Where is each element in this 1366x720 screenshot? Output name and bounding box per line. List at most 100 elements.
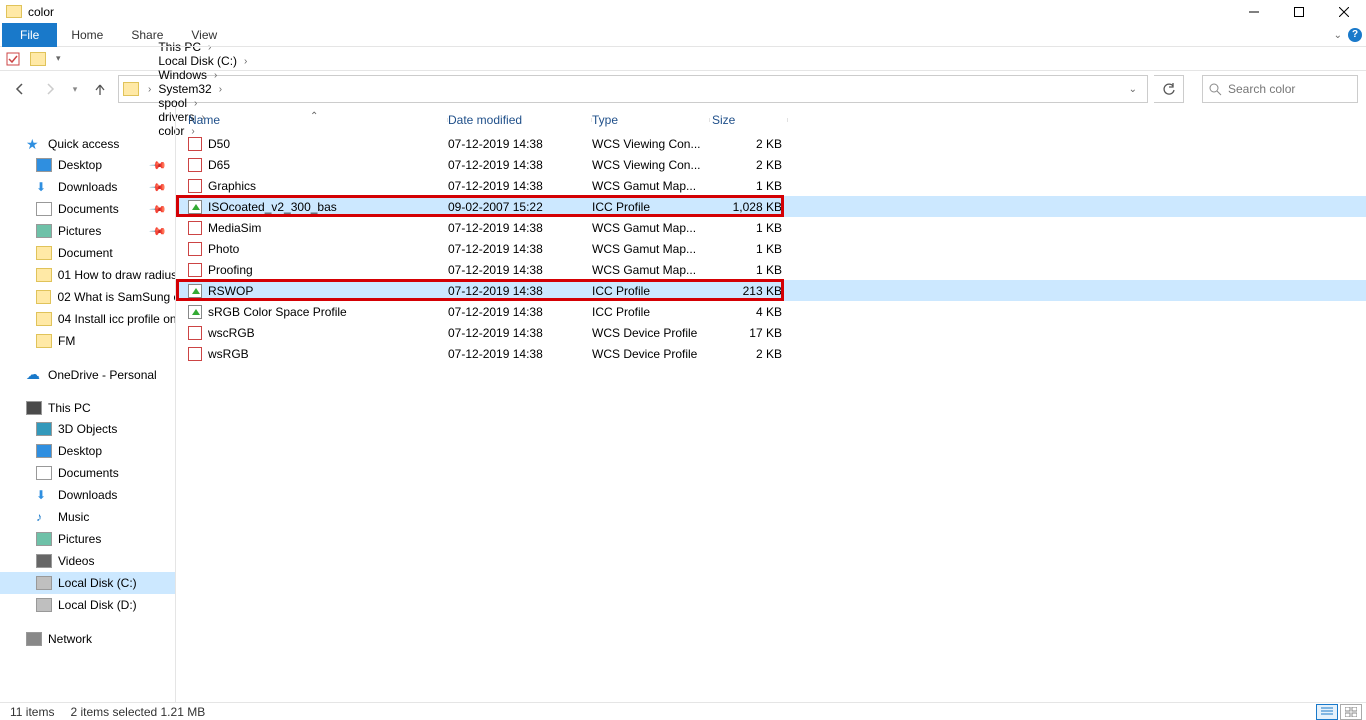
search-icon (1209, 83, 1222, 96)
file-row[interactable]: D6507-12-2019 14:38WCS Viewing Con...2 K… (176, 154, 1366, 175)
file-row[interactable]: RSWOP07-12-2019 14:38ICC Profile213 KB (176, 280, 1366, 301)
sidebar-item[interactable]: 02 What is SamSung c (0, 286, 175, 308)
file-list: Name ⌃ Date modified Type Size D5007-12-… (176, 107, 1366, 702)
folder-icon (36, 532, 52, 546)
recent-dropdown[interactable]: ▾ (68, 77, 82, 101)
sidebar-item[interactable]: Documents📌 (0, 198, 175, 220)
file-row[interactable]: Graphics07-12-2019 14:38WCS Gamut Map...… (176, 175, 1366, 196)
column-date[interactable]: Date modified (448, 113, 592, 127)
sidebar-item[interactable]: FM (0, 330, 175, 352)
file-row[interactable]: ISOcoated_v2_300_bas09-02-2007 15:22ICC … (176, 196, 1366, 217)
sidebar-item[interactable]: Pictures (0, 528, 175, 550)
wcs-profile-icon (188, 179, 202, 193)
folder-icon (36, 554, 52, 568)
file-row[interactable]: wscRGB07-12-2019 14:38WCS Device Profile… (176, 322, 1366, 343)
chevron-down-icon[interactable]: ▾ (56, 53, 61, 64)
tab-file[interactable]: File (2, 23, 57, 47)
sidebar-item[interactable]: ♪Music (0, 506, 175, 528)
cloud-icon: ☁ (26, 368, 42, 382)
pc-icon (26, 401, 42, 415)
up-button[interactable] (88, 77, 112, 101)
forward-button[interactable] (38, 77, 62, 101)
column-size[interactable]: Size (710, 113, 788, 127)
help-icon[interactable]: ? (1348, 28, 1362, 42)
back-button[interactable] (8, 77, 32, 101)
new-folder-icon[interactable] (30, 52, 46, 66)
tab-share[interactable]: Share (117, 23, 177, 47)
close-button[interactable] (1321, 0, 1366, 23)
sidebar-item[interactable]: ⬇Downloads (0, 484, 175, 506)
folder-icon (123, 82, 139, 96)
file-row[interactable]: wsRGB07-12-2019 14:38WCS Device Profile2… (176, 343, 1366, 364)
folder-icon (36, 312, 52, 326)
breadcrumb-segment[interactable]: System32› (156, 82, 252, 96)
sort-indicator-icon: ⌃ (310, 111, 318, 122)
tab-home[interactable]: Home (57, 23, 117, 47)
sidebar-item[interactable]: 04 Install icc profile on (0, 308, 175, 330)
maximize-button[interactable] (1276, 0, 1321, 23)
sidebar-item[interactable]: Videos (0, 550, 175, 572)
minimize-button[interactable] (1231, 0, 1276, 23)
folder-icon (36, 290, 51, 304)
status-item-count: 11 items (10, 705, 54, 719)
address-bar[interactable]: › This PC›Local Disk (C:)›Windows›System… (118, 75, 1148, 103)
chevron-right-icon[interactable]: › (143, 84, 156, 95)
pin-icon: 📌 (149, 200, 168, 219)
properties-icon[interactable] (6, 52, 20, 66)
sidebar-item[interactable]: 3D Objects (0, 418, 175, 440)
file-row[interactable]: MediaSim07-12-2019 14:38WCS Gamut Map...… (176, 217, 1366, 238)
view-details-button[interactable] (1316, 704, 1338, 720)
chevron-right-icon[interactable]: › (209, 70, 222, 81)
search-placeholder: Search color (1228, 82, 1295, 96)
sidebar-item[interactable]: Documents (0, 462, 175, 484)
file-row[interactable]: D5007-12-2019 14:38WCS Viewing Con...2 K… (176, 133, 1366, 154)
network-icon (26, 632, 42, 646)
chevron-right-icon[interactable]: › (214, 84, 227, 95)
sidebar-item[interactable]: Desktop (0, 440, 175, 462)
column-headers: Name ⌃ Date modified Type Size (176, 107, 1366, 133)
sidebar-item[interactable]: Local Disk (D:) (0, 594, 175, 616)
tab-view[interactable]: View (177, 23, 231, 47)
wcs-profile-icon (188, 158, 202, 172)
view-large-button[interactable] (1340, 704, 1362, 720)
column-name[interactable]: Name ⌃ (188, 113, 448, 127)
icc-profile-icon (188, 305, 202, 319)
sidebar-item[interactable]: Document (0, 242, 175, 264)
icc-profile-icon (188, 284, 202, 298)
sidebar-item-network[interactable]: Network (0, 628, 175, 649)
download-icon: ⬇ (36, 180, 52, 194)
folder-icon (36, 224, 52, 238)
chevron-down-icon[interactable]: ⌄ (1123, 84, 1143, 95)
folder-icon (36, 202, 52, 216)
wcs-profile-icon (188, 326, 202, 340)
pin-icon: 📌 (149, 222, 168, 241)
sidebar-item-this-pc[interactable]: This PC (0, 397, 175, 418)
folder-icon (36, 334, 52, 348)
folder-icon (36, 598, 52, 612)
file-row[interactable]: Photo07-12-2019 14:38WCS Gamut Map...1 K… (176, 238, 1366, 259)
chevron-down-icon[interactable]: ⌄ (1334, 30, 1342, 41)
sidebar-item-onedrive[interactable]: ☁ OneDrive - Personal (0, 364, 175, 385)
breadcrumb-segment[interactable]: Local Disk (C:)› (156, 54, 252, 68)
sidebar-item-quick-access[interactable]: ★ Quick access (0, 133, 175, 154)
file-row[interactable]: Proofing07-12-2019 14:38WCS Gamut Map...… (176, 259, 1366, 280)
chevron-right-icon[interactable]: › (239, 56, 252, 67)
wcs-profile-icon (188, 242, 202, 256)
star-icon: ★ (26, 137, 42, 151)
download-icon: ⬇ (36, 488, 52, 502)
search-input[interactable]: Search color (1202, 75, 1358, 103)
pin-icon: 📌 (149, 178, 168, 197)
folder-icon (36, 268, 52, 282)
music-icon: ♪ (36, 510, 52, 524)
file-row[interactable]: sRGB Color Space Profile07-12-2019 14:38… (176, 301, 1366, 322)
breadcrumb-segment[interactable]: Windows› (156, 68, 252, 82)
refresh-button[interactable] (1154, 75, 1184, 103)
sidebar-item[interactable]: 01 How to draw radius (0, 264, 175, 286)
column-type[interactable]: Type (592, 113, 710, 127)
sidebar-item[interactable]: Desktop📌 (0, 154, 175, 176)
sidebar-item[interactable]: Pictures📌 (0, 220, 175, 242)
folder-icon (6, 5, 22, 18)
sidebar-item[interactable]: ⬇Downloads📌 (0, 176, 175, 198)
status-bar: 11 items 2 items selected 1.21 MB (0, 702, 1366, 720)
sidebar-item[interactable]: Local Disk (C:) (0, 572, 175, 594)
